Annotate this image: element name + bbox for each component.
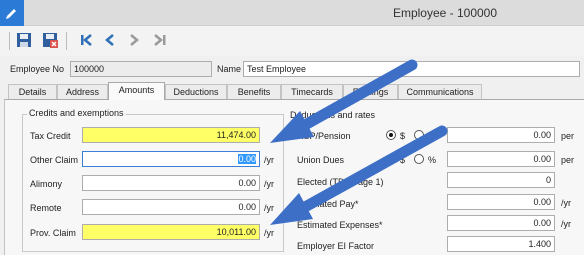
union-dues-unit: per [561, 155, 575, 165]
tab-deductions[interactable]: Deductions [165, 84, 227, 99]
credits-group-title: Credits and exemptions [27, 108, 126, 118]
rsp-field[interactable]: 0.00 [447, 127, 555, 143]
alimony-unit: /yr [264, 179, 274, 189]
employee-no-label: Employee No [10, 64, 65, 74]
rsp-dollar-label: $ [400, 131, 406, 141]
app-icon[interactable] [0, 0, 24, 26]
estimated-expenses-unit: /yr [561, 219, 571, 229]
tax-credit-field[interactable]: 11,474.00 [82, 127, 260, 143]
employer-ei-label: Employer EI Factor [297, 241, 375, 251]
estimated-pay-label: Estimated Pay* [297, 199, 359, 209]
tab-communications[interactable]: Communications [398, 84, 482, 99]
estimated-pay-unit: /yr [561, 198, 571, 208]
other-claim-label: Other Claim [30, 155, 79, 165]
union-dollar-label: $ [400, 155, 406, 165]
name-label: Name [217, 64, 242, 74]
tab-address[interactable]: Address [57, 84, 108, 99]
other-claim-field[interactable]: 0.00 [82, 151, 260, 167]
employer-ei-field[interactable]: 1.400 [447, 236, 555, 252]
tab-details[interactable]: Details [8, 84, 57, 99]
union-dues-label: Union Dues [297, 155, 345, 165]
alimony-field[interactable]: 0.00 [82, 175, 260, 191]
rsp-percent-label: % [428, 131, 437, 141]
last-record-icon[interactable] [150, 30, 170, 50]
employee-header-row: Employee No 100000 Name Test Employee [0, 60, 584, 78]
union-percent-radio[interactable] [414, 154, 424, 164]
rsp-unit: per [561, 131, 575, 141]
elected-field[interactable]: 0 [447, 172, 555, 188]
estimated-expenses-label: Estimated Expenses* [297, 220, 383, 230]
elected-label: Elected (TD1 Page 1) [297, 177, 384, 187]
title-bar: Employee - 100000 [0, 0, 584, 26]
name-field[interactable]: Test Employee [243, 61, 580, 77]
tab-timecards[interactable]: Timecards [281, 84, 343, 99]
save-icon[interactable] [14, 30, 34, 50]
alimony-label: Alimony [30, 179, 63, 189]
toolbar [0, 26, 584, 56]
tab-benefits[interactable]: Benefits [227, 84, 281, 99]
tab-amounts[interactable]: Amounts [108, 82, 165, 100]
toolbar-separator [66, 32, 67, 50]
first-record-icon[interactable] [76, 30, 96, 50]
rsp-label: RSP/Pension [297, 131, 351, 141]
window-title: Employee - 100000 [392, 6, 498, 20]
next-record-icon[interactable] [124, 30, 144, 50]
prov-claim-field[interactable]: 10,011.00 [82, 224, 260, 240]
union-dollar-radio[interactable] [386, 154, 396, 164]
toolbar-separator [9, 32, 10, 50]
rsp-dollar-radio[interactable] [386, 130, 396, 140]
previous-record-icon[interactable] [100, 30, 120, 50]
remote-unit: /yr [264, 203, 274, 213]
tax-credit-label: Tax Credit [30, 131, 71, 141]
union-percent-label: % [428, 155, 437, 165]
union-dues-field[interactable]: 0.00 [447, 151, 555, 167]
rsp-percent-radio[interactable] [414, 130, 424, 140]
employee-no-field[interactable]: 100000 [70, 61, 212, 77]
estimated-pay-field[interactable]: 0.00 [447, 194, 555, 210]
estimated-expenses-field[interactable]: 0.00 [447, 215, 555, 231]
tab-earnings[interactable]: Earnings [343, 84, 398, 99]
remote-field[interactable]: 0.00 [82, 199, 260, 215]
other-claim-selected-text: 0.00 [238, 154, 256, 164]
prov-claim-unit: /yr [264, 228, 274, 238]
deductions-group-title: Deductions and rates [290, 110, 376, 120]
other-claim-unit: /yr [264, 155, 274, 165]
remote-label: Remote [30, 203, 62, 213]
save-close-icon[interactable] [40, 30, 60, 50]
prov-claim-label: Prov. Claim [30, 228, 76, 238]
